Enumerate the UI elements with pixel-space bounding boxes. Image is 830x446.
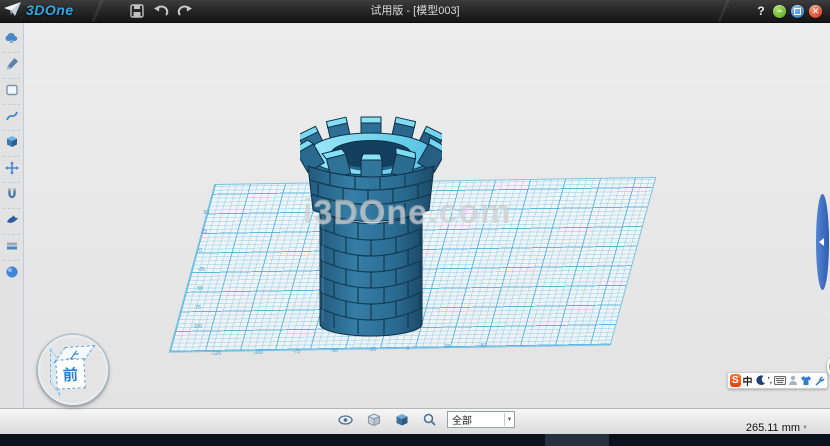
ime-soft-keyboard[interactable] [774, 374, 786, 387]
measurement-readout[interactable]: 265.11 mm ▼ [746, 422, 808, 434]
sphere-icon [5, 265, 19, 279]
wrench-icon [814, 375, 825, 386]
sidebar-item-basic-solid[interactable] [0, 80, 23, 100]
pen-icon [5, 57, 19, 71]
footer-strip [0, 434, 830, 446]
cube-icon [5, 135, 19, 149]
sidebar-item-assembly[interactable] [0, 184, 23, 204]
sidebar-divider [3, 78, 20, 79]
move-arrows-icon [5, 161, 19, 175]
keyboard-icon [774, 376, 786, 385]
maximize-button[interactable] [791, 5, 804, 18]
chevron-down-icon: ▼ [802, 425, 808, 431]
tshirt-icon [800, 375, 812, 386]
sidebar-item-basic-edit[interactable] [0, 158, 23, 178]
wireframe-mode-button[interactable] [366, 412, 381, 427]
ime-punctuation-toggle[interactable]: ’, [768, 374, 772, 387]
grid-label: -75 [194, 305, 201, 310]
panel-expand-tab[interactable] [816, 194, 829, 290]
sidebar-item-display-list[interactable] [0, 236, 23, 256]
sidebar-divider [3, 260, 20, 261]
magnet-icon [5, 187, 19, 201]
chevron-left-icon [819, 238, 824, 246]
chevron-down-icon: ▼ [504, 413, 514, 426]
view-cube-front-face[interactable]: 前 [55, 358, 86, 389]
measurement-value: 265.11 mm [746, 422, 800, 434]
sidebar-item-material-render[interactable] [0, 262, 23, 282]
document-title: 试用版 - [模型003] [0, 0, 830, 22]
ime-skin[interactable] [800, 374, 812, 387]
tower-model[interactable] [300, 116, 442, 348]
ime-mode-toggle[interactable]: 中 [743, 374, 753, 387]
ime-logo[interactable]: S [730, 374, 741, 387]
sidebar-divider [3, 130, 20, 131]
ime-toolbar: S 中 ’, [727, 372, 828, 389]
rounded-square-icon [5, 83, 19, 97]
grid-label: -50 [331, 348, 338, 353]
grid-label: -100 [192, 324, 202, 329]
shaded-mode-button[interactable] [394, 412, 409, 427]
watermark: i3DOne.com [303, 193, 511, 232]
sidebar-item-model-library[interactable] [0, 28, 23, 48]
moon-icon [755, 375, 766, 386]
sidebar-divider [3, 182, 20, 183]
status-bar: 全部 ▼ 265.11 mm ▼ [0, 408, 830, 435]
zoom-button[interactable] [422, 412, 437, 427]
grid-label: 50 [204, 210, 210, 215]
app-window: 3DOne 试用 [0, 0, 830, 446]
grid-label: -75 [293, 349, 300, 354]
sidebar-divider [3, 156, 20, 157]
sidebar-item-sketch-draw[interactable] [0, 54, 23, 74]
sidebar-divider [3, 104, 20, 105]
display-filter-dropdown[interactable]: 全部 ▼ [447, 411, 515, 428]
grid-label: 25 [445, 344, 451, 349]
ime-settings[interactable] [814, 374, 825, 387]
display-filter-value: 全部 [448, 412, 504, 427]
view-orientation-widget[interactable]: 上 前 [38, 335, 108, 405]
grid-label: -25 [369, 347, 376, 352]
sidebar-item-special-effects[interactable] [0, 210, 23, 230]
model-library-cloud-icon [4, 31, 19, 45]
viewport-canvas[interactable]: -125 -100 -75 -50 -25 0 25 50 50 25 0 -2… [24, 23, 830, 408]
ime-account[interactable] [788, 374, 798, 387]
visibility-toggle-button[interactable] [338, 412, 353, 427]
title-bar: 3DOne 试用 [0, 0, 830, 23]
person-icon [788, 375, 798, 386]
curve-icon [5, 109, 19, 123]
stacked-bars-icon [5, 239, 19, 253]
sidebar-item-feature-modeling[interactable] [0, 132, 23, 152]
maximize-icon [794, 8, 801, 15]
grid-label: -125 [211, 351, 221, 356]
ime-fullhalf-toggle[interactable] [755, 374, 766, 387]
help-button[interactable]: ? [754, 4, 768, 18]
sidebar-divider [3, 208, 20, 209]
footer-segment [545, 434, 609, 446]
minimize-button[interactable]: − [773, 5, 786, 18]
grid-label: 25 [202, 229, 208, 234]
sidebar-divider [3, 52, 20, 53]
grid-label: -100 [253, 350, 263, 355]
grid-label: 50 [481, 343, 487, 348]
cube-outline-icon [367, 413, 381, 427]
sidebar-item-sketch-edit[interactable] [0, 106, 23, 126]
bird-icon [5, 213, 19, 227]
magnifier-icon [423, 413, 436, 426]
left-toolbar [0, 23, 24, 434]
eye-icon [338, 415, 353, 425]
cube-solid-icon [395, 413, 409, 427]
grid-label: 0 [199, 248, 202, 253]
close-button[interactable]: ✕ [809, 5, 822, 18]
grid-label: -50 [196, 286, 203, 291]
sidebar-divider [3, 234, 20, 235]
grid-label: -25 [198, 267, 205, 272]
